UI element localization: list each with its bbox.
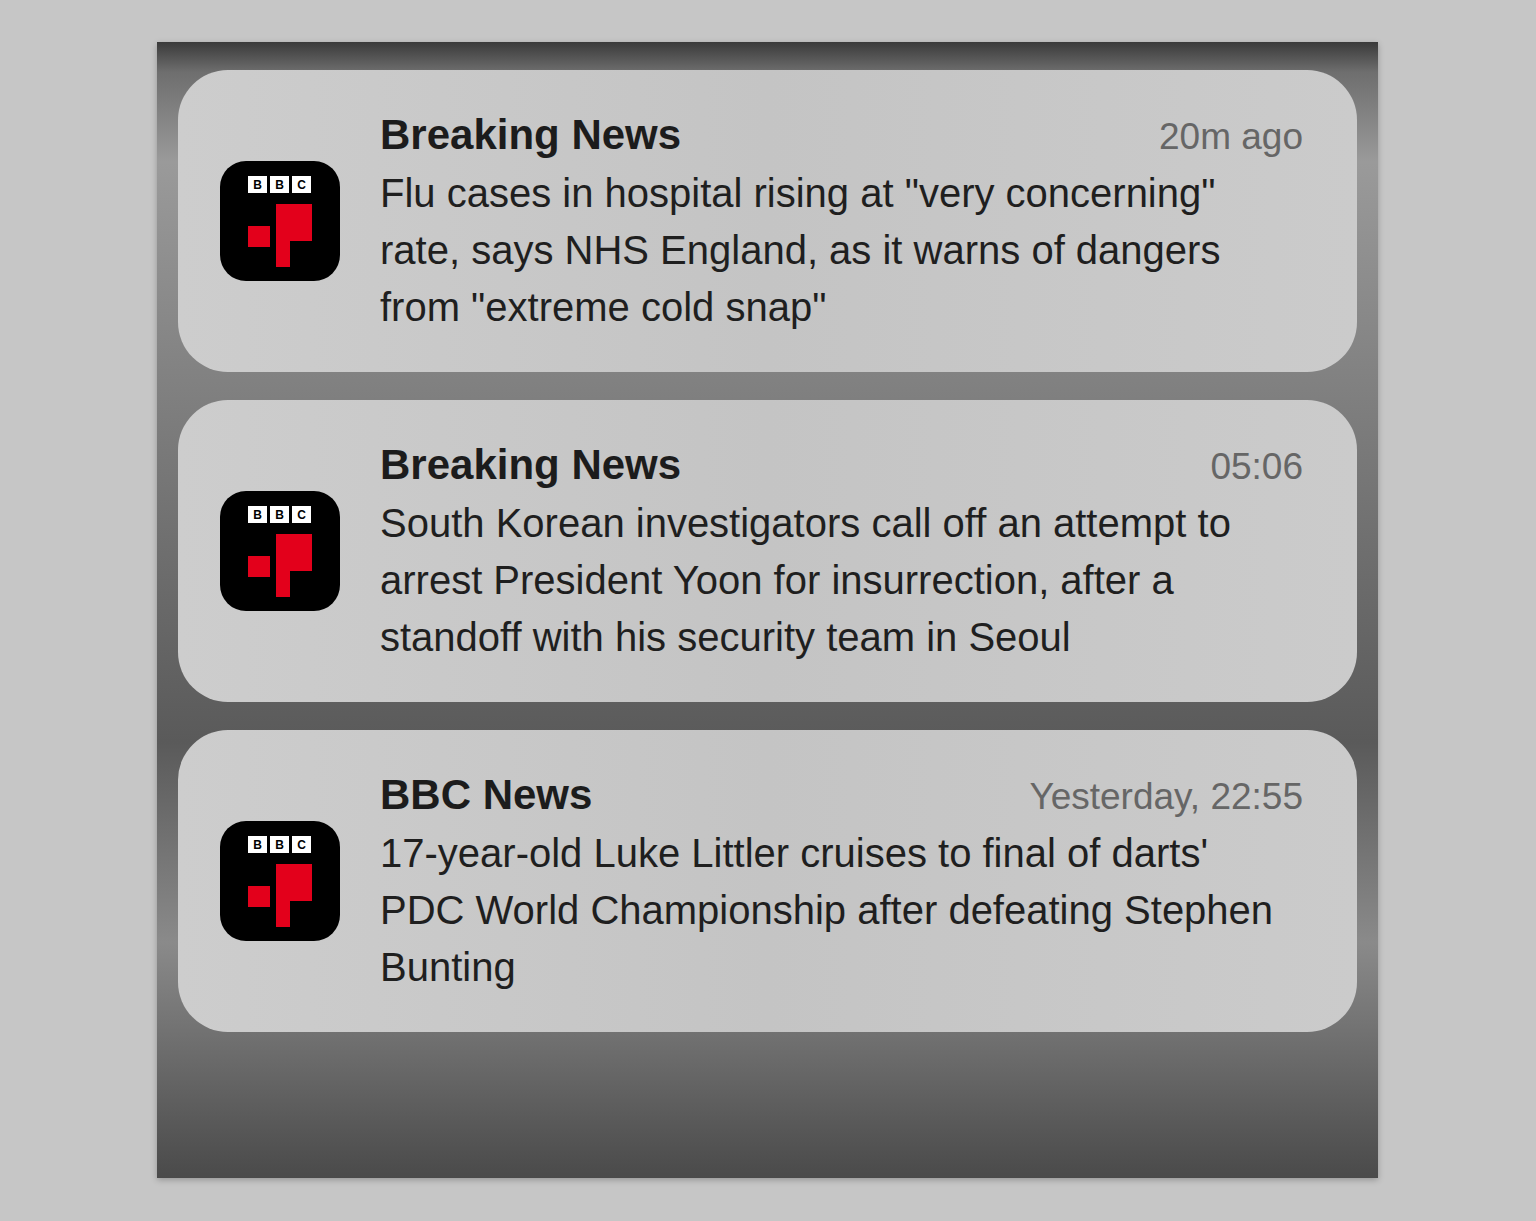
svg-text:B: B xyxy=(253,508,262,522)
notification-header: BBC News Yesterday, 22:55 xyxy=(380,766,1303,825)
notification-card[interactable]: BBCBreaking News20m agoFlu cases in hosp… xyxy=(178,70,1357,372)
notification-time: 05:06 xyxy=(1210,438,1303,495)
svg-text:B: B xyxy=(275,838,284,852)
notification-time: Yesterday, 22:55 xyxy=(1029,768,1303,825)
svg-text:C: C xyxy=(297,178,306,192)
notification-app-name: Breaking News xyxy=(380,436,681,493)
svg-text:B: B xyxy=(253,178,262,192)
bbc-news-app-icon: BBC xyxy=(220,491,340,611)
svg-text:C: C xyxy=(297,508,306,522)
notification-card[interactable]: BBCBBC NewsYesterday, 22:5517-year-old L… xyxy=(178,730,1357,1032)
notification-content: Breaking News 05:06South Korean investiga… xyxy=(380,436,1303,666)
notification-app-name: Breaking News xyxy=(380,106,681,163)
notification-header: Breaking News 05:06 xyxy=(380,436,1303,495)
svg-text:B: B xyxy=(275,178,284,192)
svg-text:B: B xyxy=(253,838,262,852)
notification-content: BBC News Yesterday, 22:5517-year-old Luke… xyxy=(380,766,1303,996)
notification-app-name: BBC News xyxy=(380,766,592,823)
bbc-news-app-icon: BBC xyxy=(220,161,340,281)
notification-body: 17-year-old Luke Littler cruises to fina… xyxy=(380,825,1303,996)
notification-header: Breaking News 20m ago xyxy=(380,106,1303,165)
notification-content: Breaking News 20m agoFlu cases in hospita… xyxy=(380,106,1303,336)
notification-body: South Korean investigators call off an a… xyxy=(380,495,1303,666)
svg-text:C: C xyxy=(297,838,306,852)
bbc-news-app-icon: BBC xyxy=(220,821,340,941)
notification-stack: BBCBreaking News20m agoFlu cases in hosp… xyxy=(178,70,1357,1032)
notification-body: Flu cases in hospital rising at "very co… xyxy=(380,165,1303,336)
lock-screen-wallpaper: BBCBreaking News20m agoFlu cases in hosp… xyxy=(157,42,1378,1178)
notification-time: 20m ago xyxy=(1159,108,1303,165)
notification-card[interactable]: BBCBreaking News05:06South Korean invest… xyxy=(178,400,1357,702)
screenshot: BBCBreaking News20m agoFlu cases in hosp… xyxy=(0,0,1536,1221)
svg-text:B: B xyxy=(275,508,284,522)
